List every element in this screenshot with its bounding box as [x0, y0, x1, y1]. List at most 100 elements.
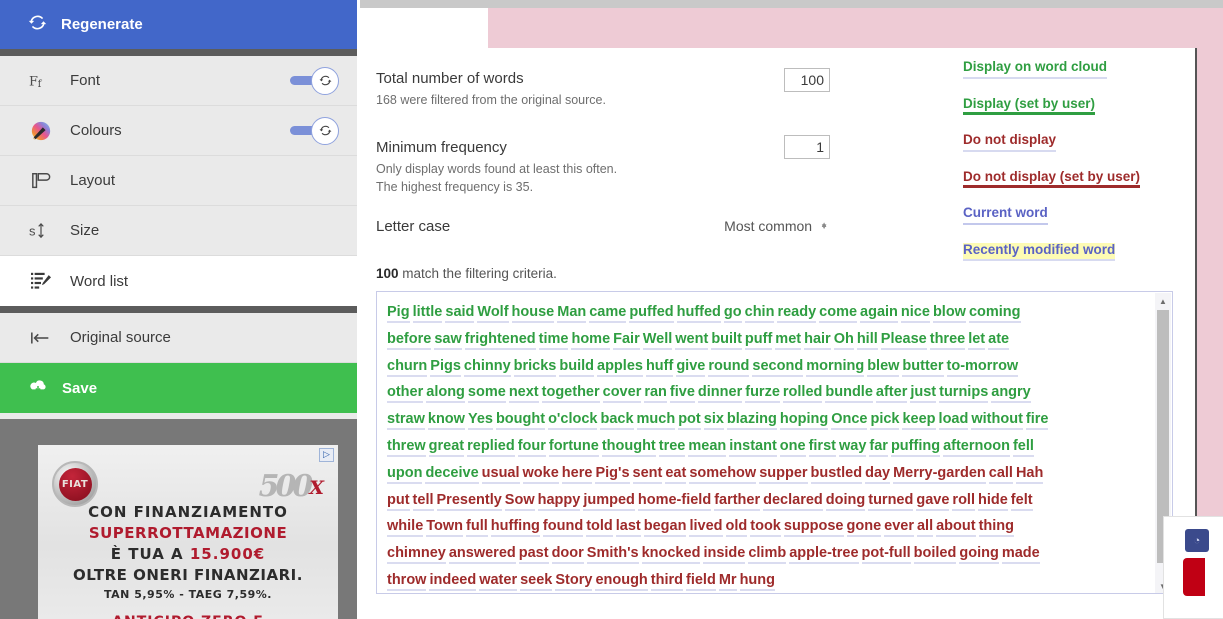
word-token[interactable]: butter [902, 357, 944, 377]
legend-item-do-not-display-set-by-user[interactable]: Do not display (set by user) [963, 169, 1141, 188]
word-token[interactable]: home [571, 330, 611, 350]
word-token[interactable]: turnips [939, 384, 989, 404]
word-token[interactable]: call [988, 464, 1013, 484]
word-token[interactable]: inside [703, 545, 746, 565]
word-token[interactable]: happy [537, 491, 581, 511]
word-token[interactable]: hair [804, 330, 831, 350]
word-token[interactable]: throw [387, 571, 427, 591]
word-token[interactable]: to-morrow [946, 357, 1019, 377]
word-token[interactable]: deceive [425, 464, 479, 484]
word-token[interactable]: bustled [810, 464, 863, 484]
word-token[interactable]: here [561, 464, 593, 484]
word-token[interactable]: suppose [783, 518, 844, 538]
colours-randomise-toggle[interactable] [290, 116, 339, 145]
background-red-widget[interactable] [1183, 558, 1205, 596]
word-token[interactable]: huffing [490, 518, 540, 538]
regenerate-button[interactable]: Regenerate [0, 0, 357, 49]
word-token[interactable]: full [466, 518, 488, 538]
word-token[interactable]: Sow [504, 491, 535, 511]
word-token[interactable]: chimney [387, 545, 446, 565]
word-token[interactable]: sent [632, 464, 663, 484]
word-token[interactable]: ate [988, 330, 1010, 350]
word-token[interactable]: threw [387, 437, 426, 457]
word-token[interactable]: replied [467, 437, 515, 457]
background-blue-widget[interactable]: ◔ [1185, 529, 1209, 552]
word-token[interactable]: back [600, 411, 634, 431]
word-token[interactable]: Mr [718, 571, 737, 591]
word-token[interactable]: lived [689, 518, 723, 538]
word-token[interactable]: puffed [629, 304, 674, 323]
word-token[interactable]: gone [846, 518, 882, 538]
word-token[interactable]: chin [744, 304, 775, 323]
word-token[interactable]: somehow [689, 464, 757, 484]
word-token[interactable]: thought [601, 437, 656, 457]
word-token[interactable]: seek [520, 571, 553, 591]
word-token[interactable]: going [959, 545, 999, 565]
word-token[interactable]: enough [595, 571, 648, 591]
word-token[interactable]: churn [387, 357, 428, 377]
word-token[interactable]: Smith's [586, 545, 639, 565]
word-token[interactable]: third [650, 571, 684, 591]
word-token[interactable]: usual [481, 464, 520, 484]
word-token[interactable]: woke [522, 464, 559, 484]
word-list-panel[interactable]: Pig little said Wolf house Man came puffed huffe… [376, 291, 1173, 594]
word-token[interactable]: Story [555, 571, 593, 591]
word-token[interactable]: huff [645, 357, 674, 377]
word-token[interactable]: chinny [463, 357, 511, 377]
font-refresh-icon[interactable] [311, 66, 339, 95]
legend-item-do-not-display[interactable]: Do not display [963, 133, 1057, 152]
word-token[interactable]: came [589, 304, 627, 323]
word-token[interactable]: last [615, 518, 641, 538]
word-token[interactable]: instant [729, 437, 777, 457]
word-token[interactable]: jumped [583, 491, 635, 511]
word-token[interactable]: three [929, 330, 966, 350]
word-token[interactable]: Pigs [430, 357, 461, 377]
word-token[interactable]: together [541, 384, 600, 404]
word-token[interactable]: Presently [436, 491, 502, 511]
word-token[interactable]: met [775, 330, 802, 350]
word-token[interactable]: Please [880, 330, 927, 350]
word-token[interactable]: apples [597, 357, 643, 377]
save-button[interactable]: Save [0, 363, 357, 413]
word-token[interactable]: furze [745, 384, 780, 404]
word-token[interactable]: upon [387, 464, 423, 484]
word-token[interactable]: along [426, 384, 465, 404]
sidebar-item-colours[interactable]: Colours [0, 106, 357, 156]
word-token[interactable]: give [676, 357, 706, 377]
ad-choices-icon[interactable]: ▷ [319, 448, 334, 462]
word-token[interactable]: hoping [779, 411, 829, 431]
word-token[interactable]: made [1001, 545, 1040, 565]
word-token[interactable]: keep [902, 411, 936, 431]
word-token[interactable]: saw [434, 330, 462, 350]
legend-item-display-set-by-user[interactable]: Display (set by user) [963, 96, 1096, 115]
legend-item-recently-modified-word[interactable]: Recently modified word [963, 242, 1116, 261]
word-token[interactable]: ran [644, 384, 667, 404]
word-token[interactable]: Merry-garden [893, 464, 986, 484]
word-token[interactable]: angry [991, 384, 1031, 404]
word-token[interactable]: went [675, 330, 709, 350]
word-token[interactable]: some [467, 384, 506, 404]
word-token[interactable]: climb [748, 545, 787, 565]
colours-refresh-icon[interactable] [311, 116, 339, 145]
word-token[interactable]: Wolf [477, 304, 509, 323]
word-token[interactable]: come [819, 304, 858, 323]
word-token[interactable]: next [508, 384, 539, 404]
sidebar-item-word-list[interactable]: Word list [0, 256, 357, 306]
word-token[interactable]: day [865, 464, 891, 484]
word-token[interactable]: past [518, 545, 549, 565]
word-token[interactable]: coming [968, 304, 1021, 323]
word-token[interactable]: before [387, 330, 432, 350]
word-token[interactable]: huffed [676, 304, 721, 323]
word-token[interactable]: Once [831, 411, 868, 431]
word-token[interactable]: house [511, 304, 555, 323]
word-token[interactable]: found [542, 518, 584, 538]
word-token[interactable]: Well [642, 330, 673, 350]
word-token[interactable]: apple-tree [789, 545, 859, 565]
word-token[interactable]: cover [602, 384, 642, 404]
word-token[interactable]: old [725, 518, 748, 538]
word-token[interactable]: mean [688, 437, 727, 457]
scroll-up-arrow-icon[interactable]: ▲ [1155, 293, 1171, 309]
word-token[interactable]: thing [978, 518, 1015, 538]
word-token[interactable]: water [479, 571, 518, 591]
word-token[interactable]: boiled [913, 545, 957, 565]
